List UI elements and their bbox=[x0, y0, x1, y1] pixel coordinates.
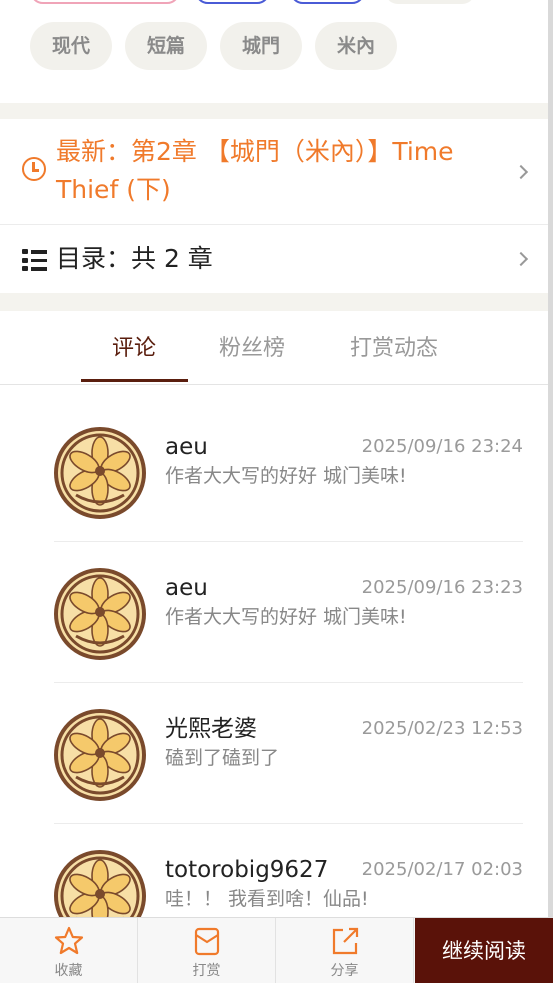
tab-tip-activity[interactable]: 打赏动态 bbox=[350, 334, 438, 364]
comment-text: 作者大大写的好好 城门美味! bbox=[165, 465, 407, 487]
share-button[interactable]: 分享 bbox=[276, 918, 414, 983]
tip-bag-icon bbox=[194, 927, 220, 956]
tag-modern[interactable]: 现代 bbox=[30, 22, 113, 70]
avatar bbox=[54, 568, 146, 660]
comment-item[interactable]: 光熙老婆 2025/02/23 12:53 磕到了磕到了 bbox=[54, 683, 523, 824]
comment-author[interactable]: aeu bbox=[165, 432, 208, 462]
share-label: 分享 bbox=[330, 963, 359, 979]
star-icon bbox=[54, 926, 84, 955]
tip-label: 打赏 bbox=[192, 963, 221, 979]
chevron-right-icon bbox=[513, 164, 529, 180]
tab-bar: 评论 粉丝榜 打赏动态 bbox=[0, 312, 548, 385]
share-icon bbox=[332, 927, 359, 955]
section-divider bbox=[0, 293, 548, 311]
comment-text: 作者大大写的好好 城门美味! bbox=[165, 606, 407, 628]
comment-time: 2025/09/16 23:23 bbox=[361, 577, 523, 598]
table-of-contents-row[interactable]: 目录：共 2 章 bbox=[0, 226, 548, 292]
comment-item[interactable]: aeu 2025/09/16 23:23 作者大大写的好好 城门美味! bbox=[54, 542, 523, 683]
book-detail-page: 现代 短篇 城門 米內 最新：第2章 【城門（米內）】Time Thief (下… bbox=[0, 0, 548, 983]
tip-button[interactable]: 打赏 bbox=[138, 918, 276, 983]
comment-item[interactable]: aeu 2025/09/16 23:24 作者大大写的好好 城门美味! bbox=[54, 401, 523, 542]
tag-partial[interactable] bbox=[385, 0, 475, 4]
comment-time: 2025/02/23 12:53 bbox=[361, 718, 523, 739]
avatar bbox=[54, 709, 146, 801]
comment-author[interactable]: totorobig9627 bbox=[165, 855, 328, 885]
toc-text: 目录：共 2 章 bbox=[56, 244, 213, 273]
tag-chengmen[interactable]: 城門 bbox=[220, 22, 303, 70]
section-divider bbox=[0, 103, 548, 119]
favorite-label: 收藏 bbox=[54, 963, 83, 979]
tags-row: 现代 短篇 城門 米內 bbox=[30, 22, 398, 70]
continue-reading-button[interactable]: 继续阅读 bbox=[415, 918, 553, 983]
comment-time: 2025/09/16 23:24 bbox=[361, 436, 523, 457]
lily-emblem-icon bbox=[60, 574, 140, 654]
tag-partial[interactable] bbox=[195, 0, 270, 4]
favorite-button[interactable]: 收藏 bbox=[0, 918, 138, 983]
tag-short[interactable]: 短篇 bbox=[125, 22, 208, 70]
tag-minei[interactable]: 米內 bbox=[315, 22, 398, 70]
lily-emblem-icon bbox=[60, 433, 140, 513]
comment-text: 哇！！ 我看到啥！仙品! bbox=[165, 888, 369, 910]
comment-author[interactable]: aeu bbox=[165, 573, 208, 603]
latest-chapter-row[interactable]: 最新：第2章 【城門（米內）】Time Thief (下) bbox=[0, 119, 548, 225]
lily-emblem-icon bbox=[60, 715, 140, 795]
tab-comments[interactable]: 评论 bbox=[112, 334, 156, 364]
avatar bbox=[54, 427, 146, 519]
comment-author[interactable]: 光熙老婆 bbox=[165, 714, 257, 744]
list-icon bbox=[22, 249, 48, 271]
tab-fans-ranking[interactable]: 粉丝榜 bbox=[219, 334, 285, 364]
tag-partial[interactable] bbox=[30, 0, 180, 4]
chevron-right-icon bbox=[513, 251, 529, 267]
bottom-action-bar: 收藏 打赏 分享 继续阅读 bbox=[0, 917, 553, 983]
comment-time: 2025/02/17 02:03 bbox=[361, 859, 523, 880]
comment-text: 磕到了磕到了 bbox=[165, 747, 280, 769]
clock-icon bbox=[22, 157, 46, 181]
scrollbar[interactable] bbox=[548, 0, 553, 983]
tag-partial[interactable] bbox=[290, 0, 365, 4]
active-tab-indicator bbox=[81, 379, 188, 382]
latest-chapter-text: 最新：第2章 【城門（米內）】Time Thief (下) bbox=[56, 137, 454, 204]
